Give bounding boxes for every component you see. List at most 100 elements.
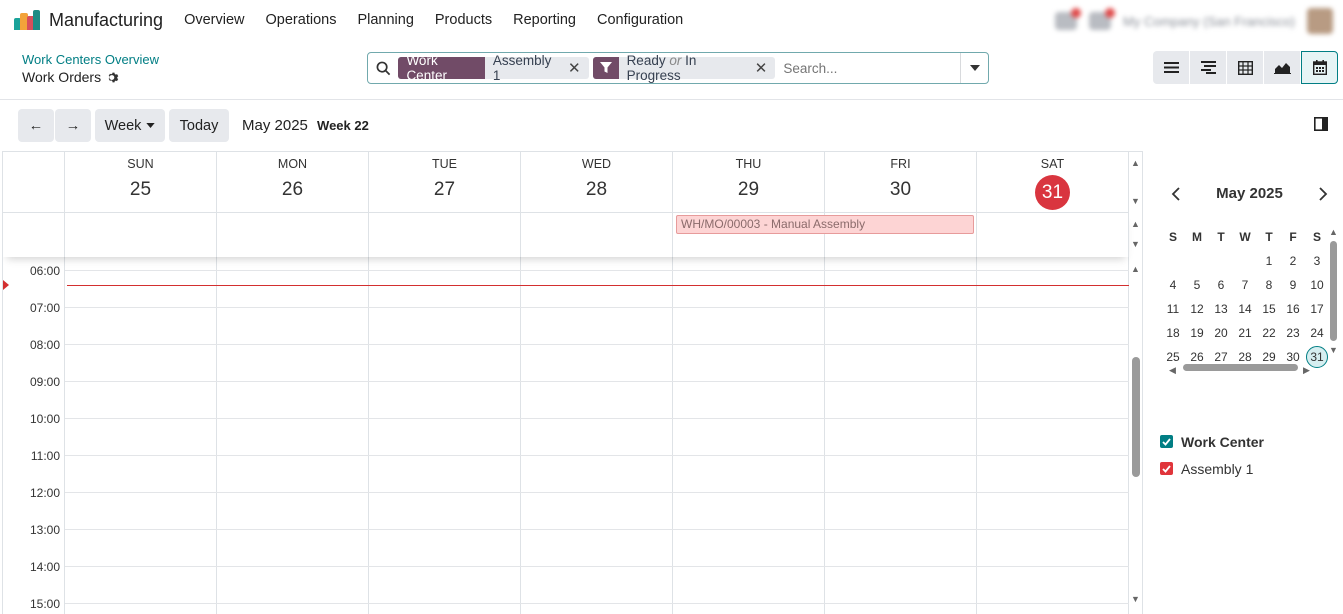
mini-day[interactable]: 9: [1281, 278, 1305, 292]
calendar-view-button[interactable]: [1301, 51, 1338, 84]
mini-calendar-vscrollbar[interactable]: [1330, 241, 1337, 341]
time-column[interactable]: [521, 257, 673, 614]
manufacturing-logo-icon[interactable]: [14, 10, 40, 30]
mini-day[interactable]: 15: [1257, 302, 1281, 316]
all-day-cell[interactable]: [977, 213, 1129, 257]
mini-day[interactable]: 8: [1257, 278, 1281, 292]
chevron-right-icon[interactable]: [1319, 186, 1328, 201]
time-column[interactable]: [977, 257, 1129, 614]
day-header-tue[interactable]: TUE 27: [369, 152, 521, 212]
day-header-mon[interactable]: MON 26: [217, 152, 369, 212]
mini-day[interactable]: 12: [1185, 302, 1209, 316]
mini-day[interactable]: 6: [1209, 278, 1233, 292]
scroll-up-icon[interactable]: ▲: [1131, 158, 1140, 168]
scroll-down-icon[interactable]: ▼: [1329, 345, 1338, 355]
mini-day[interactable]: 20: [1209, 326, 1233, 340]
scroll-up-icon[interactable]: ▲: [1131, 219, 1140, 229]
scroll-up-icon[interactable]: ▲: [1131, 264, 1140, 274]
menu-overview[interactable]: Overview: [184, 12, 244, 28]
mini-day[interactable]: 22: [1257, 326, 1281, 340]
menu-planning[interactable]: Planning: [357, 12, 413, 28]
mini-day[interactable]: 3: [1305, 254, 1329, 268]
day-number: 29: [737, 179, 760, 200]
filter-section-header[interactable]: Work Center: [1160, 428, 1264, 455]
chat-icon[interactable]: [1055, 8, 1082, 30]
day-header-wed[interactable]: WED 28: [521, 152, 673, 212]
app-name[interactable]: Manufacturing: [49, 10, 163, 31]
facet-close-icon[interactable]: ✕: [753, 59, 776, 77]
mini-day[interactable]: 27: [1209, 350, 1233, 364]
filter-item-label: Assembly 1: [1181, 460, 1254, 477]
menu-operations[interactable]: Operations: [266, 12, 337, 28]
mini-day[interactable]: 28: [1233, 350, 1257, 364]
gantt-view-button[interactable]: [1190, 51, 1227, 84]
filter-item[interactable]: Assembly 1: [1160, 455, 1264, 482]
mini-day[interactable]: 30: [1281, 350, 1305, 364]
mini-calendar-hscrollbar[interactable]: [1183, 364, 1298, 371]
mini-day[interactable]: 21: [1233, 326, 1257, 340]
next-button[interactable]: →: [55, 109, 91, 142]
activity-icon[interactable]: [1089, 8, 1116, 30]
mini-day[interactable]: 14: [1233, 302, 1257, 316]
day-header-sat[interactable]: SAT 31: [977, 152, 1129, 212]
list-view-button[interactable]: [1153, 51, 1190, 84]
mini-day[interactable]: 1: [1257, 254, 1281, 268]
sidebar-toggle-icon[interactable]: [1314, 117, 1328, 134]
time-column[interactable]: [673, 257, 825, 614]
gear-icon[interactable]: [107, 71, 120, 84]
time-column[interactable]: [217, 257, 369, 614]
breadcrumb-parent[interactable]: Work Centers Overview: [22, 52, 159, 67]
all-day-cell[interactable]: [521, 213, 673, 257]
time-column[interactable]: [65, 257, 217, 614]
mini-day[interactable]: 26: [1185, 350, 1209, 364]
mini-day[interactable]: 13: [1209, 302, 1233, 316]
mini-day[interactable]: 7: [1233, 278, 1257, 292]
scale-dropdown[interactable]: Week: [95, 109, 165, 142]
mini-day[interactable]: 29: [1257, 350, 1281, 364]
scroll-down-icon[interactable]: ▼: [1131, 239, 1140, 249]
mini-day[interactable]: 19: [1185, 326, 1209, 340]
scroll-left-icon[interactable]: ◀: [1169, 365, 1176, 376]
scroll-up-icon[interactable]: ▲: [1329, 227, 1338, 237]
time-column[interactable]: [369, 257, 521, 614]
menu-reporting[interactable]: Reporting: [513, 12, 576, 28]
mini-day[interactable]: 24: [1305, 326, 1329, 340]
work-order-event[interactable]: WH/MO/00003 - Manual Assembly: [676, 215, 974, 234]
pivot-view-button[interactable]: [1227, 51, 1264, 84]
graph-view-button[interactable]: [1264, 51, 1301, 84]
all-day-cell[interactable]: [369, 213, 521, 257]
scroll-down-icon[interactable]: ▼: [1131, 196, 1140, 206]
menu-products[interactable]: Products: [435, 12, 492, 28]
day-header-thu[interactable]: THU 29: [673, 152, 825, 212]
search-input[interactable]: [779, 60, 961, 76]
scroll-down-icon[interactable]: ▼: [1131, 594, 1140, 604]
user-avatar[interactable]: [1307, 8, 1333, 34]
mini-day[interactable]: 4: [1161, 278, 1185, 292]
mini-day[interactable]: 16: [1281, 302, 1305, 316]
search-dropdown-toggle[interactable]: [960, 53, 988, 83]
mini-day[interactable]: 11: [1161, 302, 1185, 316]
search-icon[interactable]: [368, 61, 398, 76]
checkbox-checked-icon[interactable]: [1160, 462, 1173, 475]
all-day-cell[interactable]: [65, 213, 217, 257]
mini-day[interactable]: 25: [1161, 350, 1185, 364]
mini-day[interactable]: 2: [1281, 254, 1305, 268]
mini-day[interactable]: 18: [1161, 326, 1185, 340]
vertical-scrollbar[interactable]: [1132, 357, 1140, 477]
scroll-right-icon[interactable]: ▶: [1303, 365, 1310, 376]
day-header-sun[interactable]: SUN 25: [65, 152, 217, 212]
prev-button[interactable]: ←: [18, 109, 54, 142]
time-column[interactable]: [825, 257, 977, 614]
mini-day[interactable]: 5: [1185, 278, 1209, 292]
company-name[interactable]: My Company (San Francisco): [1123, 14, 1295, 29]
menu-configuration[interactable]: Configuration: [597, 12, 683, 28]
mini-day[interactable]: 17: [1305, 302, 1329, 316]
day-header-fri[interactable]: FRI 30: [825, 152, 977, 212]
mini-day[interactable]: 10: [1305, 278, 1329, 292]
all-day-cell[interactable]: [217, 213, 369, 257]
checkbox-checked-icon[interactable]: [1160, 435, 1173, 448]
today-button[interactable]: Today: [169, 109, 229, 142]
facet-close-icon[interactable]: ✕: [566, 59, 589, 77]
mini-day[interactable]: 23: [1281, 326, 1305, 340]
chevron-left-icon[interactable]: [1171, 186, 1180, 201]
